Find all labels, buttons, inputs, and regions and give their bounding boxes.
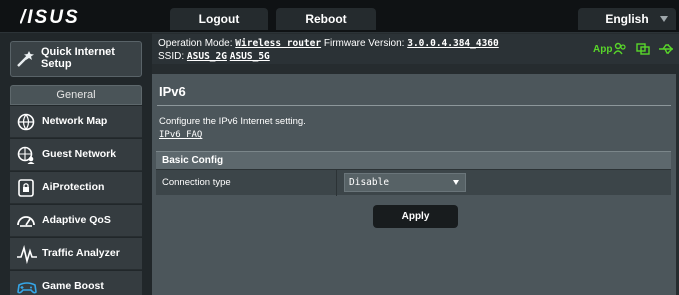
connection-type-select[interactable]: Disable: [344, 173, 466, 192]
app-link[interactable]: App: [593, 44, 612, 55]
ipv6-settings-panel: IPv6 Configure the IPv6 Internet setting…: [152, 74, 676, 295]
sidebar-item-game-boost[interactable]: Game Boost: [10, 271, 142, 295]
gauge-icon: [17, 216, 35, 227]
ipv6-faq-link[interactable]: IPv6 FAQ: [159, 130, 202, 140]
title-divider: [157, 105, 671, 106]
chevron-down-icon: [660, 16, 668, 22]
sidebar-item-label: AiProtection: [42, 181, 105, 193]
operation-mode-link[interactable]: Wireless router: [235, 38, 321, 49]
router-admin-page: /ISUS Logout Reboot English Operation Mo…: [0, 0, 679, 295]
gamepad-icon: [17, 282, 37, 294]
internet-status-icon[interactable]: [636, 42, 650, 56]
reboot-button[interactable]: Reboot: [276, 8, 376, 30]
network-map-icon: [17, 113, 35, 131]
guest-network-icon: [17, 146, 35, 164]
general-section-header: General: [10, 85, 142, 105]
lock-icon: [18, 179, 34, 197]
operation-mode-label: Operation Mode:: [158, 38, 233, 49]
sidebar-item-network-map[interactable]: Network Map: [10, 106, 142, 138]
page-title: IPv6: [159, 84, 186, 99]
asus-logo: /ISUS: [20, 7, 80, 28]
firmware-link[interactable]: 3.0.0.4.384_4360: [407, 38, 499, 49]
page-description: Configure the IPv6 Internet setting.: [159, 116, 306, 127]
column-divider: [336, 170, 337, 196]
sidebar-item-traffic-analyzer[interactable]: Traffic Analyzer: [10, 238, 142, 270]
sidebar-item-aiprotection[interactable]: AiProtection: [10, 172, 142, 204]
sidebar-item-adaptive-qos[interactable]: Adaptive QoS: [10, 205, 142, 237]
chevron-down-icon: [453, 180, 459, 185]
wand-icon: [17, 51, 34, 67]
sidebar-item-label: Guest Network: [42, 148, 117, 160]
connection-type-label: Connection type: [162, 177, 231, 188]
status-info-bar: Operation Mode: Wireless router Firmware…: [152, 34, 679, 64]
table-row: Connection type Disable: [156, 169, 671, 196]
ssid-label: SSID:: [158, 51, 185, 62]
usb-icon[interactable]: [658, 42, 674, 56]
ssid-5g-link[interactable]: ASUS_5G: [230, 51, 270, 62]
sidebar-item-label: Network Map: [42, 115, 108, 127]
apply-button[interactable]: Apply: [373, 205, 458, 228]
ssid-2g-link[interactable]: ASUS_2G: [187, 51, 227, 62]
basic-config-header: Basic Config: [156, 151, 671, 169]
brand-text: /ISUS: [20, 7, 80, 28]
ssid-line: SSID: ASUS_2G ASUS_5G: [158, 51, 270, 62]
quick-internet-setup-button[interactable]: Quick Internet Setup: [10, 41, 142, 77]
sidebar-item-label: Adaptive QoS: [42, 214, 111, 226]
logout-button[interactable]: Logout: [170, 8, 268, 30]
traffic-analyzer-icon: [17, 245, 37, 264]
top-bar: /ISUS Logout Reboot English: [0, 0, 679, 33]
connection-type-value: Disable: [349, 177, 390, 188]
basic-config-table: Basic Config Connection type Disable: [156, 151, 671, 196]
firmware-label: Firmware Version:: [323, 38, 405, 49]
quick-setup-label: Quick Internet Setup: [41, 46, 115, 70]
sidebar: Quick Internet Setup General Network Map…: [0, 33, 152, 295]
operation-mode-line: Operation Mode: Wireless router Firmware…: [158, 38, 499, 49]
sidebar-item-label: Traffic Analyzer: [42, 247, 120, 259]
sidebar-item-label: Game Boost: [42, 280, 104, 292]
sidebar-item-guest-network[interactable]: Guest Network: [10, 139, 142, 171]
clients-icon[interactable]: [613, 42, 627, 56]
language-select[interactable]: English: [578, 8, 676, 30]
language-label: English: [605, 12, 649, 26]
